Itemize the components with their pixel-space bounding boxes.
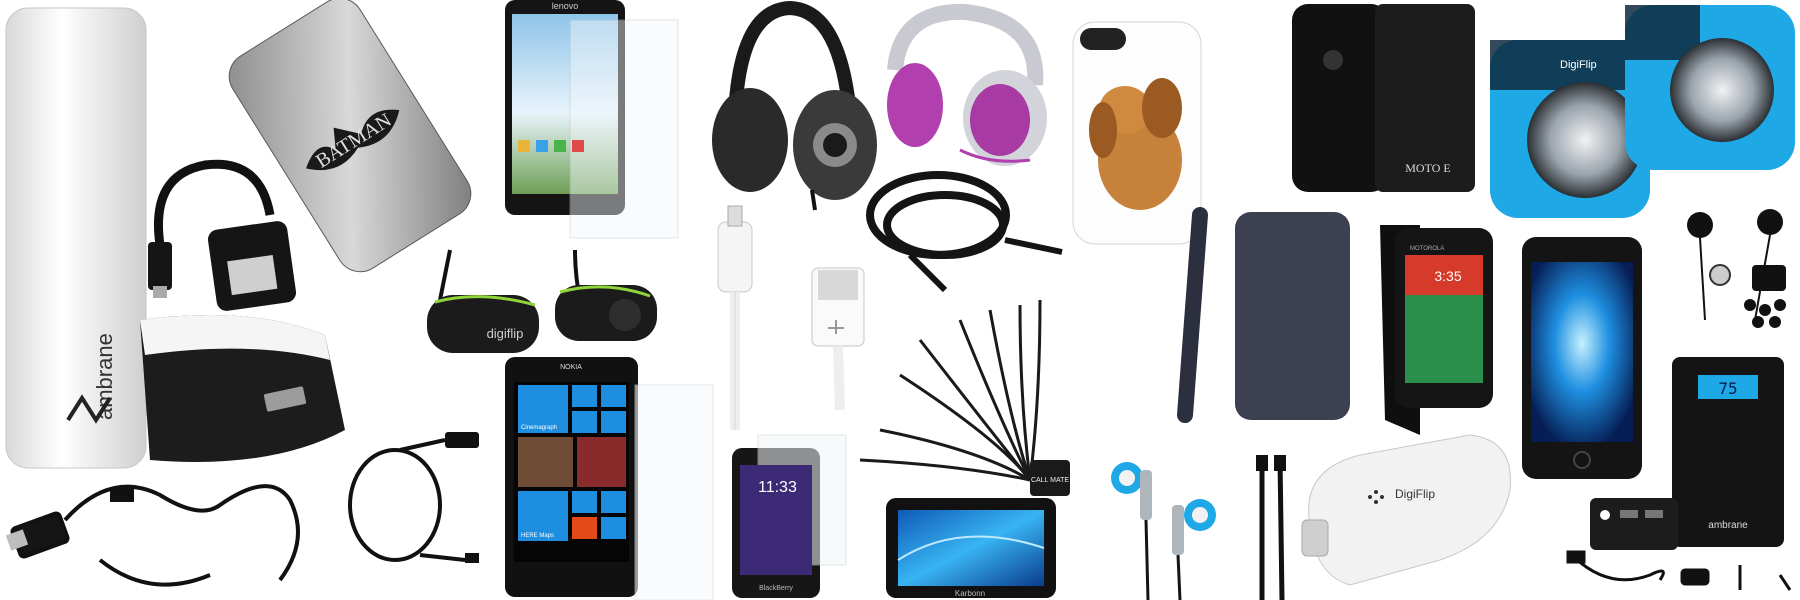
aux-audio-cable	[866, 171, 1063, 293]
bank-display: 75	[1718, 379, 1737, 398]
car-charger: DigiFlip	[1301, 434, 1511, 586]
tile-label-maps: HERE Maps	[521, 533, 554, 539]
karbonn-tablet: Karbonn	[886, 498, 1056, 598]
usb-cable-black	[5, 484, 300, 587]
blackberry-z10: 11:33 BlackBerry	[732, 434, 847, 598]
accessories-collage: ambrane BATMAN lenovo MOTO E DigiFlip di…	[0, 0, 1800, 600]
cable-tag: CALL MATE	[1031, 477, 1069, 484]
lightning-cable	[717, 205, 753, 430]
cover-brand: MOTO E	[1405, 161, 1450, 175]
nokia-brand: NOKIA	[560, 364, 582, 371]
speaker-brand: DigiFlip	[1560, 59, 1597, 71]
moto-clock: 3:35	[1434, 268, 1461, 284]
in-ear-earphones-blue	[1111, 462, 1216, 600]
usb-cable-black-loop	[348, 432, 479, 563]
bb-clock: 11:33	[758, 479, 797, 496]
bank-brand: ambrane	[1708, 520, 1748, 531]
micro-usb-cable-black	[1566, 550, 1792, 591]
lenovo-smartphone: lenovo	[505, 0, 679, 239]
tile-label: Cinemagraph	[521, 425, 557, 431]
android-phone-black	[1522, 237, 1642, 479]
bluetooth-earphones: digiflip	[427, 249, 657, 353]
usb-cable-black-coiled	[1256, 455, 1286, 600]
earphone-brand: digiflip	[487, 326, 524, 341]
usb-cable-white	[811, 267, 865, 411]
moto-brand: MOTOROLA	[1410, 246, 1444, 252]
bb-brand: BlackBerry	[759, 585, 793, 592]
in-ear-earphones-black	[1687, 209, 1786, 328]
phone-brand: lenovo	[552, 1, 579, 11]
flip-cover-grey	[1177, 207, 1350, 423]
nokia-lumia-phone: NOKIA Cinemagraph HERE Maps	[505, 357, 714, 600]
blue-speakers: DigiFlip	[1490, 5, 1795, 218]
tablet-brand: Karbonn	[955, 589, 985, 598]
multi-pin-charger-cable: CALL MATE	[859, 299, 1070, 496]
purple-headphones	[887, 3, 1047, 166]
studio-headphones	[712, 0, 877, 211]
moto-g-flip-phone: 3:35 MOTOROLA	[1380, 225, 1493, 435]
dog-phone-case	[1072, 21, 1202, 245]
otg-usb-adapter	[148, 159, 297, 311]
moto-e-flip-cover: MOTO E	[1292, 4, 1475, 192]
charger-brand: DigiFlip	[1395, 487, 1435, 501]
